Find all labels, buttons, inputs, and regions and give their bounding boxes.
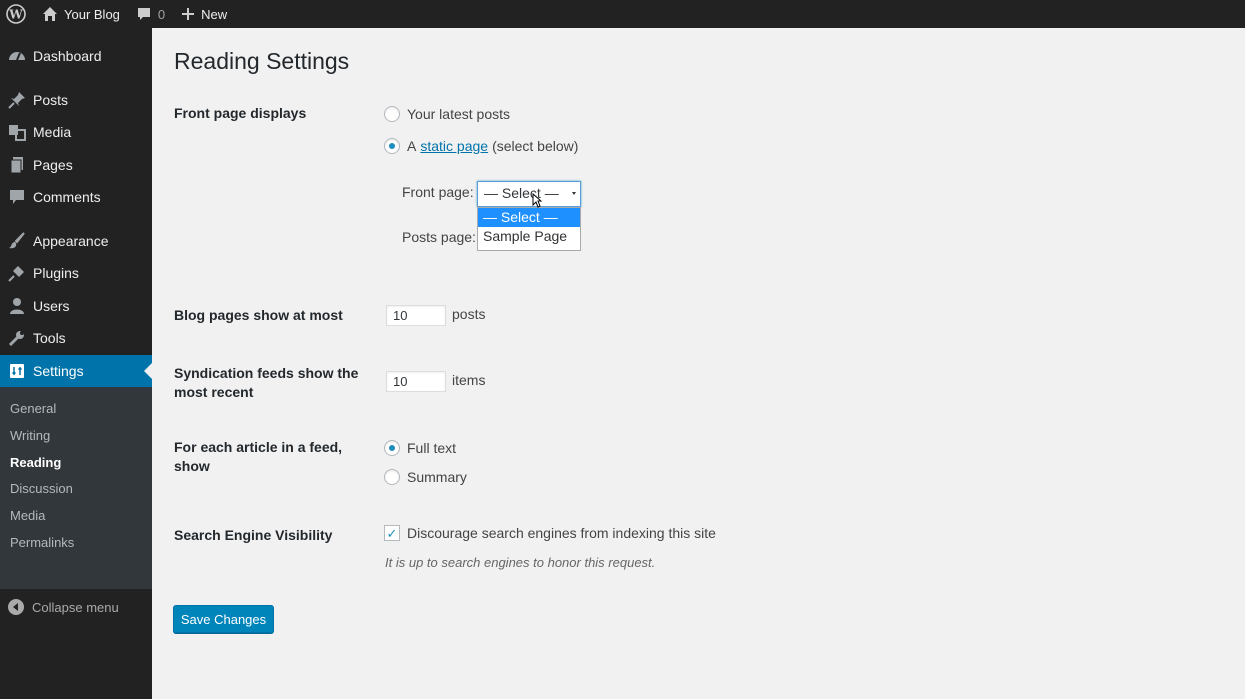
menu-item-appearance[interactable]: Appearance [0, 226, 152, 256]
comment-bubble-icon [137, 8, 150, 20]
collapse-label: Collapse menu [32, 599, 119, 615]
admin-bar: W Your Blog 0 New [0, 0, 1245, 28]
submenu-item-media[interactable]: Media [10, 508, 45, 523]
comment-icon [7, 187, 27, 207]
collapse-arrow-icon [8, 599, 24, 615]
menu-label: Comments [33, 189, 101, 205]
menu-label: Tools [33, 330, 66, 346]
static-page-radio[interactable] [384, 138, 400, 154]
admin-sidebar: Dashboard Posts Media Pages Comments App… [0, 28, 152, 699]
collapse-menu-button[interactable]: Collapse menu [8, 599, 119, 615]
full-text-option[interactable]: Full text [384, 440, 456, 456]
menu-item-posts[interactable]: Posts [0, 85, 152, 115]
menu-item-tools[interactable]: Tools [0, 323, 152, 353]
front-page-select[interactable]: — Select — [477, 181, 581, 207]
static-page-prefix: A [407, 138, 417, 154]
latest-posts-option[interactable]: Your latest posts [384, 106, 510, 122]
menu-label: Appearance [33, 233, 109, 249]
front-page-label: Front page: [402, 184, 474, 200]
syndication-unit: items [452, 372, 486, 388]
dropdown-option-select[interactable]: — Select — [478, 208, 580, 227]
blog-pages-input[interactable]: 10 [386, 305, 446, 326]
brush-icon [7, 231, 27, 251]
settings-icon [7, 361, 27, 381]
static-page-suffix: (select below) [492, 138, 579, 154]
menu-label: Posts [33, 92, 69, 108]
dashboard-icon [7, 46, 27, 66]
comments-count: 0 [157, 6, 166, 22]
summary-radio[interactable] [384, 469, 400, 485]
submenu-item-discussion[interactable]: Discussion [10, 481, 73, 496]
menu-item-media[interactable]: Media [0, 117, 152, 147]
menu-item-plugins[interactable]: Plugins [0, 258, 152, 288]
plus-icon [182, 8, 195, 20]
menu-label: Media [33, 124, 72, 140]
menu-label: Settings [33, 363, 84, 379]
syndication-label: Syndication feeds show the most recent [174, 365, 359, 400]
full-text-label: Full text [407, 440, 457, 456]
menu-item-pages[interactable]: Pages [0, 150, 152, 180]
new-label: New [201, 6, 228, 22]
settings-submenu: General Writing Reading Discussion Media… [0, 387, 152, 589]
site-name-link[interactable]: Your Blog [34, 0, 128, 28]
home-icon [43, 7, 57, 21]
posts-page-label: Posts page: [402, 229, 476, 245]
menu-label: Users [33, 298, 70, 314]
front-page-displays-label: Front page displays [174, 105, 307, 121]
save-changes-button[interactable]: Save Changes [173, 605, 274, 633]
comments-link[interactable]: 0 [128, 0, 173, 28]
pin-icon [7, 90, 27, 110]
front-page-dropdown-list: — Select — Sample Page [477, 207, 581, 251]
new-content-link[interactable]: New [173, 0, 235, 28]
submenu-item-permalinks[interactable]: Permalinks [10, 535, 74, 550]
wrench-icon [7, 328, 27, 348]
page-title: Reading Settings [174, 48, 350, 74]
summary-option[interactable]: Summary [384, 469, 467, 485]
wordpress-logo-icon[interactable]: W [0, 0, 34, 28]
site-name: Your Blog [64, 6, 120, 22]
latest-posts-radio[interactable] [384, 106, 400, 122]
svg-text:W: W [8, 8, 23, 22]
discourage-search-option[interactable]: Discourage search engines from indexing … [384, 525, 716, 541]
search-visibility-label: Search Engine Visibility [174, 527, 333, 543]
submenu-item-reading[interactable]: Reading [10, 455, 61, 470]
feed-article-label: For each article in a feed, show [174, 439, 343, 474]
media-icon [7, 122, 27, 142]
full-text-radio[interactable] [384, 440, 400, 456]
latest-posts-label: Your latest posts [407, 106, 510, 122]
dropdown-option-sample-page[interactable]: Sample Page [478, 227, 580, 246]
static-page-link[interactable]: static page [420, 138, 488, 154]
blog-pages-label: Blog pages show at most [174, 307, 343, 323]
search-visibility-description: It is up to search engines to honor this… [385, 555, 656, 570]
dropdown-arrow-icon [572, 192, 576, 195]
front-page-select-value: — Select — [484, 185, 559, 201]
plug-icon [7, 263, 27, 283]
menu-label: Dashboard [33, 48, 102, 64]
discourage-search-checkbox[interactable] [384, 525, 400, 541]
menu-label: Plugins [33, 265, 79, 281]
static-page-option[interactable]: A static page (select below) [384, 138, 578, 154]
submenu-item-writing[interactable]: Writing [10, 428, 50, 443]
menu-label: Pages [33, 157, 73, 173]
pages-icon [7, 155, 27, 175]
discourage-search-label: Discourage search engines from indexing … [407, 525, 716, 541]
menu-item-users[interactable]: Users [0, 291, 152, 321]
mouse-pointer-icon [532, 193, 542, 208]
menu-item-comments[interactable]: Comments [0, 182, 152, 212]
submenu-item-general[interactable]: General [10, 401, 56, 416]
menu-item-settings[interactable]: Settings [0, 355, 152, 387]
syndication-input[interactable]: 10 [386, 371, 446, 392]
summary-label: Summary [407, 469, 467, 485]
user-icon [7, 296, 27, 316]
blog-pages-unit: posts [452, 306, 486, 322]
menu-item-dashboard[interactable]: Dashboard [0, 41, 152, 71]
